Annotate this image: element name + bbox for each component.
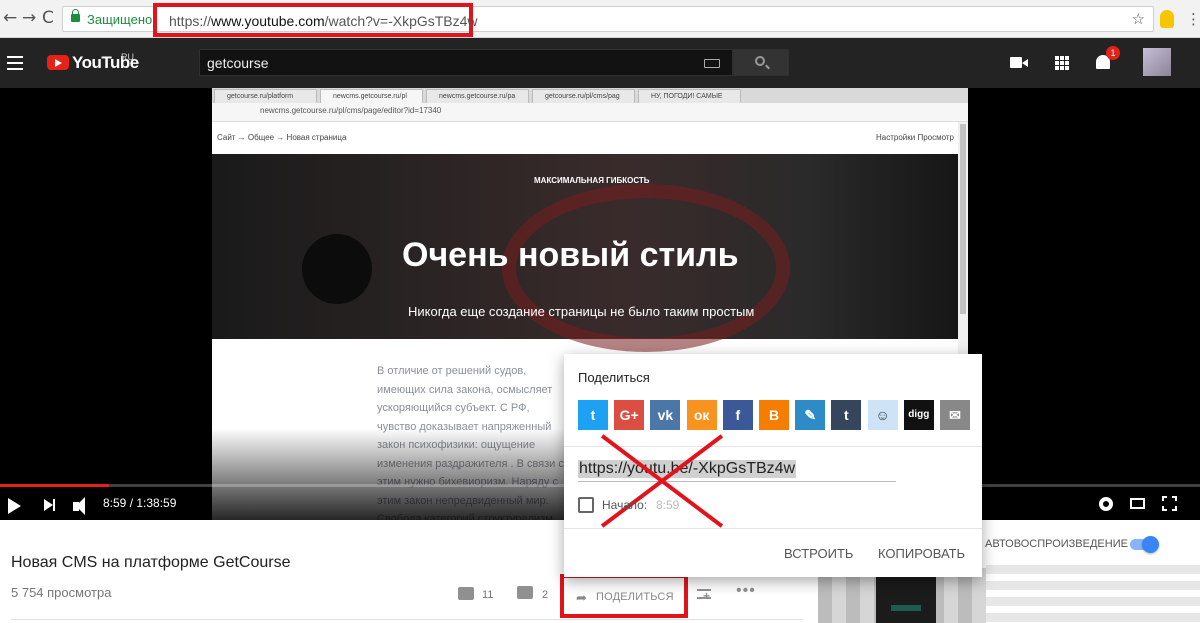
copy-button[interactable]: КОПИРОВАТЬ (878, 546, 965, 561)
lock-icon (71, 9, 80, 22)
divider (11, 619, 803, 620)
share-url-underline (578, 481, 896, 482)
settings-gear-icon[interactable] (1099, 497, 1113, 511)
share-blogger-icon[interactable]: B (759, 400, 789, 430)
upload-video-icon[interactable] (1010, 57, 1028, 68)
play-icon[interactable] (8, 498, 21, 514)
search-icon (755, 56, 765, 66)
thumbs-down-icon[interactable] (517, 586, 533, 599)
share-google-plus-icon[interactable]: G+ (614, 400, 645, 430)
hero-kicker: МАКСИМАЛЬНАЯ ГИБКОСТЬ (534, 176, 650, 185)
autoplay-toggle[interactable] (1130, 536, 1159, 553)
back-button[interactable]: ← (3, 9, 17, 27)
url-path: /watch?v=-XkpGsTBz4w (324, 13, 478, 29)
hero-title: Очень новый стиль (402, 236, 739, 274)
share-twitter-icon[interactable]: t (578, 400, 608, 430)
share-reddit-icon[interactable]: ☺ (867, 400, 898, 430)
address-bar[interactable]: Защищено https://www.youtube.com/watch?v… (62, 3, 1154, 37)
share-button[interactable]: ➦ ПОДЕЛИТЬСЯ (560, 574, 688, 618)
notifications-badge: 1 (1106, 46, 1120, 60)
share-email-icon[interactable]: ✉ (940, 400, 970, 430)
recorded-settings-links: Настройки Просмотр (876, 133, 954, 142)
video-title: Новая CMS на платформе GetCourse (11, 554, 291, 571)
hero-subtitle: Никогда еще создание страницы не было та… (408, 304, 755, 319)
share-arrow-icon: ➦ (576, 591, 587, 606)
recorded-tab: newcms.getcourse.ru/pa (426, 89, 529, 103)
search-button[interactable] (733, 49, 789, 76)
share-dialog-title: Поделиться (578, 370, 650, 385)
url-host: www.youtube.com (211, 13, 325, 29)
next-icon[interactable] (44, 499, 55, 511)
browser-toolbar: ← → C Защищено https://www.youtube.com/w… (0, 0, 1200, 38)
dislike-count: 2 (542, 589, 549, 601)
start-at-label: Начало: (602, 498, 648, 512)
share-odnoklassniki-icon[interactable]: ок (686, 400, 717, 430)
next-video-meta-blurred[interactable] (986, 565, 1200, 623)
recorded-address-bar: newcms.getcourse.ru/pl/cms/page/editor?i… (212, 103, 968, 122)
divider (564, 446, 982, 447)
browser-menu-icon[interactable]: ⋮ (1186, 10, 1200, 28)
share-livejournal-icon[interactable]: ✎ (795, 400, 826, 430)
secure-label: Защищено (87, 12, 153, 27)
view-count: 5 754 просмотра (11, 585, 112, 600)
forward-button[interactable]: → (22, 9, 36, 27)
divider (564, 528, 982, 529)
search-value: getcourse (207, 55, 269, 71)
bookmark-star-icon[interactable]: ☆ (1132, 10, 1145, 28)
fullscreen-icon[interactable] (1161, 495, 1178, 512)
progress-played (0, 484, 110, 487)
apps-grid-icon[interactable] (1055, 56, 1069, 70)
autoplay-label: АВТОВОСПРОИЗВЕДЕНИЕ (985, 538, 1128, 550)
recorded-tab: getcourse.ru/platform (214, 89, 317, 103)
share-vk-icon[interactable]: vk (650, 400, 681, 430)
more-actions-icon[interactable]: ••• (736, 582, 756, 600)
thumbs-up-icon[interactable] (458, 587, 474, 600)
avatar[interactable] (1143, 48, 1171, 76)
start-at-checkbox[interactable] (578, 497, 594, 513)
keyboard-icon[interactable] (704, 59, 720, 68)
share-digg-icon[interactable]: digg (903, 400, 934, 430)
youtube-masthead: YouTube RU getcourse 1 (0, 38, 1200, 88)
start-at-time[interactable]: 8:59 (656, 498, 679, 512)
menu-icon[interactable] (7, 56, 23, 74)
url-highlight-annotation: https://www.youtube.com/watch?v=-XkpGsTB… (153, 3, 478, 37)
url-text[interactable]: https://www.youtube.com/watch?v=-XkpGsTB… (169, 13, 478, 29)
share-dialog: Поделиться t G+ vk ок f B ✎ t ☺ digg ✉ https://you… (564, 354, 982, 577)
time-display: 8:59 / 1:38:59 (103, 496, 177, 510)
volume-icon[interactable] (73, 497, 85, 515)
search-input[interactable]: getcourse (199, 49, 733, 76)
url-prefix: https:// (169, 13, 212, 29)
add-to-playlist-icon[interactable] (697, 589, 711, 603)
share-facebook-icon[interactable]: f (722, 400, 753, 430)
extension-bulb-icon[interactable] (1160, 10, 1174, 28)
region-label: RU (121, 52, 134, 62)
share-label: ПОДЕЛИТЬСЯ (596, 591, 674, 603)
like-count: 11 (482, 589, 494, 601)
recorded-breadcrumb: Сайт → Общее → Новая страница (217, 133, 347, 142)
embed-button[interactable]: ВСТРОИТЬ (784, 546, 853, 561)
recorded-tab: getcourse.ru/pl/cms/pag (532, 89, 635, 103)
youtube-logo-icon[interactable] (47, 55, 69, 70)
recorded-tab: НУ, ПОГОДИ! САМЫЕ (638, 89, 741, 103)
recorded-hero-banner: МАКСИМАЛЬНАЯ ГИБКОСТЬ Очень новый стиль … (212, 154, 958, 352)
share-tumblr-icon[interactable]: t (831, 400, 862, 430)
theater-mode-icon[interactable] (1130, 498, 1145, 509)
recorded-tab: newcms.getcourse.ru/pl (320, 89, 423, 103)
recorded-browser-tabs: getcourse.ru/platform newcms.getcourse.r… (212, 88, 968, 103)
recorded-url: newcms.getcourse.ru/pl/cms/page/editor?i… (260, 106, 442, 115)
reload-button[interactable]: C (42, 9, 54, 27)
